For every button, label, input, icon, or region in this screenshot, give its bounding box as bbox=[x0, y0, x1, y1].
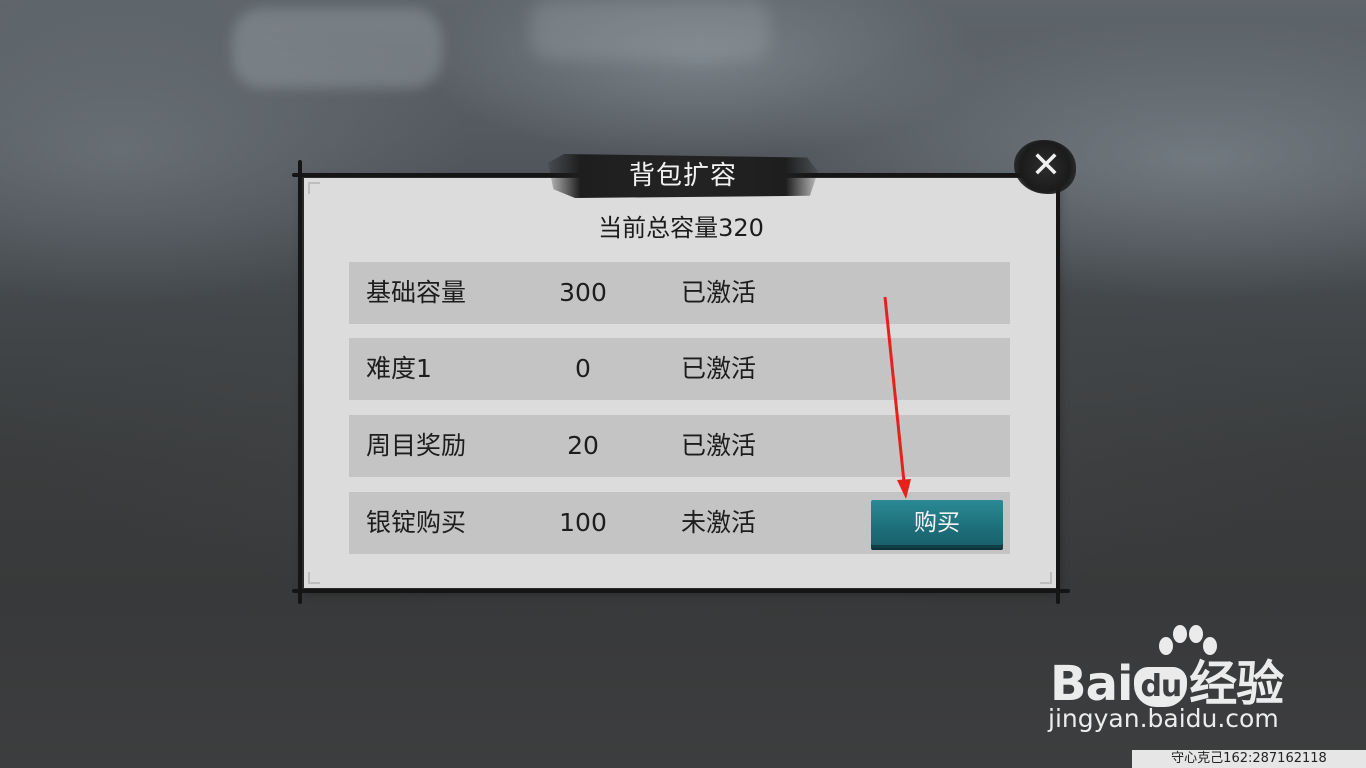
row-value: 100 bbox=[559, 508, 607, 537]
row-name: 周目奖励 bbox=[366, 431, 467, 460]
close-icon: ✕ bbox=[1030, 145, 1062, 186]
row-name: 难度1 bbox=[366, 354, 432, 383]
capacity-row-difficulty: 难度1 0 已激活 bbox=[349, 338, 1010, 400]
logo-part-du: du bbox=[1134, 667, 1188, 707]
capacity-row-silver-purchase: 银锭购买 100 未激活 购买 bbox=[349, 492, 1010, 554]
dialog-title: 背包扩容 bbox=[628, 161, 737, 191]
row-status: 已激活 bbox=[681, 278, 757, 307]
capacity-row-base: 基础容量 300 已激活 bbox=[349, 262, 1010, 324]
row-status: 未激活 bbox=[681, 508, 757, 537]
row-value: 0 bbox=[575, 354, 591, 383]
row-name: 银锭购买 bbox=[366, 508, 467, 537]
baidu-jingyan-watermark: Bai du 经验 jingyan.baidu.com bbox=[1040, 622, 1310, 742]
row-value: 300 bbox=[559, 278, 607, 307]
row-value: 20 bbox=[567, 431, 599, 460]
corner-ornament bbox=[308, 572, 320, 584]
blurred-hud-element bbox=[232, 8, 442, 88]
blurred-hud-element-2 bbox=[530, 0, 770, 60]
corner-ornament bbox=[1040, 572, 1052, 584]
corner-ornament bbox=[308, 182, 320, 194]
dialog-bottom-brush-border bbox=[292, 589, 1070, 593]
buy-button[interactable]: 购买 bbox=[871, 500, 1003, 548]
row-status: 已激活 bbox=[681, 354, 757, 383]
watermark-url: jingyan.baidu.com bbox=[1048, 704, 1279, 733]
author-credit: 守心克己162:287162118 bbox=[1132, 750, 1366, 768]
total-capacity-label: 当前总容量320 bbox=[598, 214, 764, 242]
row-status: 已激活 bbox=[681, 431, 757, 460]
close-button[interactable]: ✕ bbox=[1008, 134, 1080, 198]
capacity-row-playthrough: 周目奖励 20 已激活 bbox=[349, 415, 1010, 477]
dialog-left-brush-border bbox=[298, 160, 302, 604]
row-name: 基础容量 bbox=[366, 278, 467, 307]
